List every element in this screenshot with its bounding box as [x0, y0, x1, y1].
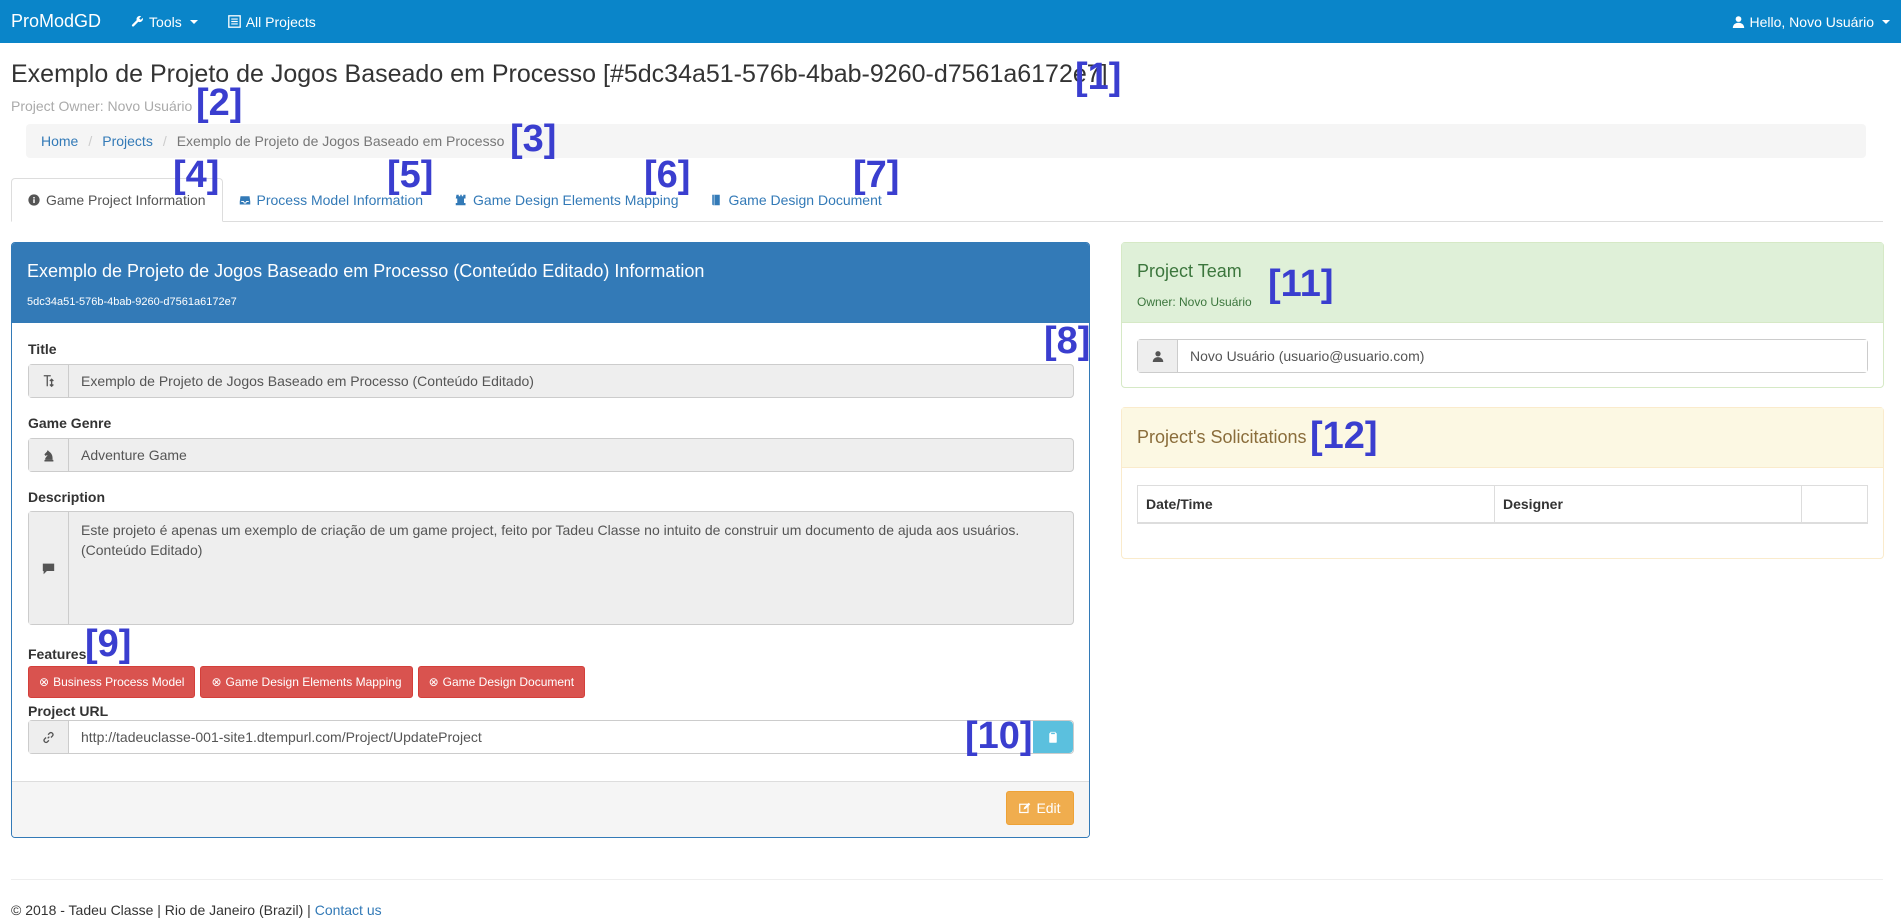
column-header-actions	[1801, 485, 1868, 524]
tools-menu-label: Tools	[149, 13, 182, 30]
footer: © 2018 - Tadeu Classe | Rio de Janeiro (…	[11, 902, 382, 918]
annotation-marker-3: [3]	[510, 118, 557, 160]
panel-title: Exemplo de Projeto de Jogos Baseado em P…	[27, 261, 705, 281]
panel-title: Project's Solicitations	[1137, 427, 1307, 447]
info-sign-icon	[28, 194, 40, 206]
feature-label: Game Design Elements Mapping	[225, 675, 402, 689]
remove-circle-icon: ⊗	[428, 675, 439, 689]
edit-icon	[1019, 802, 1031, 814]
project-id: 5dc34a51-576b-4bab-9260-d7561a6172e7	[27, 296, 237, 308]
project-solicitations-panel: Project's Solicitations Date/Time Design…	[1121, 407, 1884, 559]
text-height-icon	[29, 365, 69, 397]
team-member-value: Novo Usuário (usuario@usuario.com)	[1178, 340, 1867, 372]
remove-circle-icon: ⊗	[39, 675, 50, 689]
breadcrumb-separator: /	[88, 133, 93, 149]
feature-game-design-elements-mapping-button[interactable]: ⊗ Game Design Elements Mapping	[200, 666, 413, 698]
knight-icon	[29, 439, 69, 471]
annotation-marker-7: [7]	[853, 154, 900, 196]
panel-heading: Exemplo de Projeto de Jogos Baseado em P…	[12, 243, 1089, 323]
panel-title: Project Team	[1137, 261, 1242, 281]
edit-label: Edit	[1036, 800, 1061, 816]
project-information-panel: Exemplo de Projeto de Jogos Baseado em P…	[11, 242, 1090, 838]
book-icon	[712, 194, 721, 205]
panel-heading: Project Team Owner: Novo Usuário	[1122, 243, 1883, 323]
feature-label: Game Design Document	[442, 675, 575, 689]
annotation-marker-11: [11]	[1268, 263, 1334, 305]
edit-button[interactable]: Edit	[1006, 791, 1074, 825]
panel-heading: Project's Solicitations	[1122, 408, 1883, 468]
annotation-marker-1: [1]	[1075, 56, 1122, 98]
column-header-designer: Designer	[1494, 485, 1802, 524]
description-line-2: (Conteúdo Editado)	[81, 542, 203, 558]
annotation-marker-9: [9]	[85, 623, 132, 665]
project-owner: Project Owner: Novo Usuário	[11, 98, 193, 114]
user-icon	[1138, 340, 1178, 372]
link-icon	[29, 721, 69, 753]
description-value: Este projeto é apenas um exemplo de cria…	[69, 512, 1073, 624]
project-url-value: http://tadeuclasse-001-site1.dtempurl.co…	[69, 721, 1033, 753]
remove-circle-icon: ⊗	[211, 675, 222, 689]
annotation-marker-8: [8]	[1044, 320, 1091, 362]
features-list: ⊗ Business Process Model ⊗ Game Design E…	[28, 666, 586, 698]
caret-down-icon	[1882, 19, 1890, 24]
annotation-marker-4: [4]	[173, 154, 220, 196]
description-line-1: Este projeto é apenas um exemplo de cria…	[81, 522, 1020, 538]
annotation-marker-6: [6]	[644, 154, 691, 196]
user-icon	[1732, 16, 1744, 28]
breadcrumb-projects[interactable]: Projects	[102, 133, 153, 149]
user-menu-label: Hello, Novo Usuário	[1749, 13, 1875, 30]
breadcrumb-current: Exemplo de Projeto de Jogos Baseado em P…	[176, 133, 505, 149]
list-icon	[227, 15, 241, 28]
panel-footer: Edit	[12, 781, 1089, 837]
project-url-label: Project URL	[28, 703, 109, 719]
team-member-field: Novo Usuário (usuario@usuario.com)	[1137, 339, 1868, 373]
tools-menu[interactable]: Tools	[131, 14, 198, 30]
footer-text: © 2018 - Tadeu Classe | Rio de Janeiro (…	[11, 902, 311, 918]
table-header-row: Date/Time Designer	[1137, 485, 1868, 524]
description-field[interactable]: Este projeto é apenas um exemplo de cria…	[28, 511, 1074, 625]
game-genre-label: Game Genre	[28, 415, 112, 431]
annotation-marker-10: [10]	[965, 715, 1033, 757]
footer-divider	[11, 879, 1883, 880]
page-title: Exemplo de Projeto de Jogos Baseado em P…	[11, 60, 1108, 88]
comment-icon	[29, 512, 69, 624]
inbox-icon	[239, 195, 250, 204]
project-team-panel: Project Team Owner: Novo Usuário Novo Us…	[1121, 242, 1884, 388]
copy-url-button[interactable]	[1033, 721, 1073, 753]
annotation-marker-2: [2]	[196, 82, 243, 124]
title-label: Title	[28, 341, 57, 357]
features-label: Features	[28, 646, 87, 662]
game-genre-field[interactable]: Adventure Game	[28, 438, 1074, 472]
project-tabs: Game Project Information Process Model I…	[11, 178, 1883, 222]
top-navbar: ProModGD Tools All Projects Hello, Novo …	[0, 0, 1901, 43]
tower-icon	[455, 194, 466, 205]
breadcrumb: Home / Projects / Exemplo de Projeto de …	[26, 124, 1866, 158]
feature-business-process-model-button[interactable]: ⊗ Business Process Model	[28, 666, 196, 698]
all-projects-link[interactable]: All Projects	[227, 13, 316, 30]
breadcrumb-separator: /	[162, 133, 167, 149]
column-header-date-time: Date/Time	[1137, 485, 1495, 524]
annotation-marker-5: [5]	[387, 154, 434, 196]
user-menu[interactable]: Hello, Novo Usuário	[1732, 13, 1890, 30]
caret-down-icon	[189, 19, 198, 24]
description-label: Description	[28, 489, 106, 505]
all-projects-label: All Projects	[245, 13, 316, 30]
game-genre-value: Adventure Game	[81, 447, 187, 463]
annotation-marker-12: [12]	[1310, 415, 1378, 457]
solicitations-table: Date/Time Designer	[1137, 485, 1868, 524]
feature-game-design-document-button[interactable]: ⊗ Game Design Document	[417, 666, 586, 698]
brand-link[interactable]: ProModGD	[11, 11, 101, 32]
feature-label: Business Process Model	[53, 675, 185, 689]
project-url-field[interactable]: http://tadeuclasse-001-site1.dtempurl.co…	[28, 720, 1074, 754]
title-field[interactable]: Exemplo de Projeto de Jogos Baseado em P…	[28, 364, 1074, 398]
title-value: Exemplo de Projeto de Jogos Baseado em P…	[81, 373, 534, 389]
breadcrumb-home[interactable]: Home	[41, 133, 78, 149]
team-owner: Owner: Novo Usuário	[1137, 295, 1252, 309]
copy-icon	[1049, 731, 1057, 743]
wrench-icon	[131, 15, 143, 27]
contact-us-link[interactable]: Contact us	[315, 902, 382, 918]
